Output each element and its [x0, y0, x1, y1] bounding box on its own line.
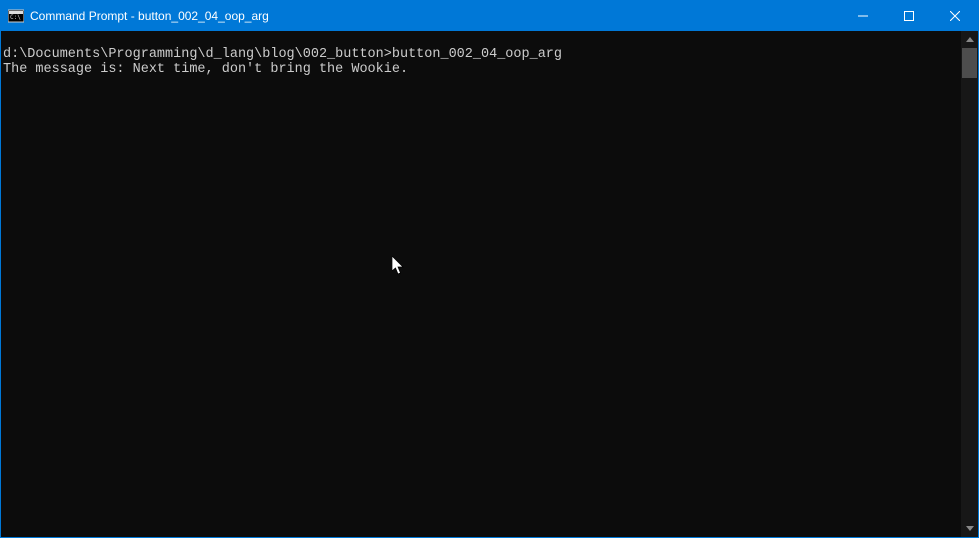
app-icon: C:\ — [8, 8, 24, 24]
command-prompt-window: C:\ Command Prompt - button_002_04_oop_a… — [1, 1, 978, 537]
close-button[interactable] — [932, 1, 978, 31]
scrollbar-down-button[interactable] — [961, 520, 978, 537]
terminal-content[interactable]: d:\Documents\Programming\d_lang\blog\002… — [1, 31, 961, 537]
minimize-button[interactable] — [840, 1, 886, 31]
scrollbar-up-button[interactable] — [961, 31, 978, 48]
output-line: The message is: Next time, don't bring t… — [3, 62, 959, 77]
window-controls — [840, 1, 978, 31]
terminal-area: d:\Documents\Programming\d_lang\blog\002… — [1, 31, 978, 537]
window-title: Command Prompt - button_002_04_oop_arg — [30, 9, 840, 23]
titlebar[interactable]: C:\ Command Prompt - button_002_04_oop_a… — [1, 1, 978, 31]
maximize-button[interactable] — [886, 1, 932, 31]
prompt-line: d:\Documents\Programming\d_lang\blog\002… — [3, 47, 959, 62]
terminal-line — [3, 32, 959, 47]
scrollbar-thumb[interactable] — [962, 48, 977, 78]
command-text: button_002_04_oop_arg — [392, 47, 562, 62]
prompt-path: d:\Documents\Programming\d_lang\blog\002… — [3, 47, 392, 62]
svg-text:C:\: C:\ — [10, 14, 21, 21]
vertical-scrollbar[interactable] — [961, 31, 978, 537]
